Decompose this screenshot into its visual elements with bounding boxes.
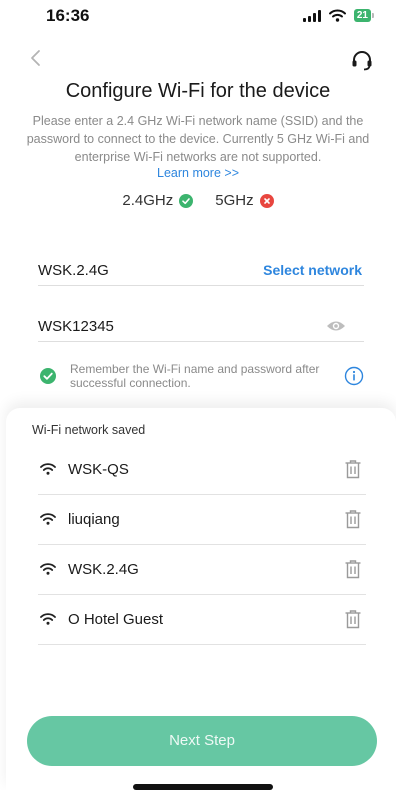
password-input[interactable]: WSK12345 <box>38 318 114 335</box>
back-chevron-icon[interactable] <box>26 48 46 68</box>
status-icons: 21 <box>302 9 374 22</box>
learn-more-link[interactable]: Learn more >> <box>0 166 396 180</box>
band-24-label: 2.4GHz <box>122 192 174 209</box>
ssid-input[interactable]: WSK.2.4G <box>38 262 109 279</box>
wifi-status-icon <box>328 9 346 22</box>
home-indicator <box>133 784 273 790</box>
saved-network-item[interactable]: WSK.2.4G <box>38 545 366 595</box>
headset-support-icon[interactable] <box>350 48 374 72</box>
band-support-row: 2.4GHz 5GHz <box>0 192 396 209</box>
ssid-field[interactable]: WSK.2.4G Select network <box>38 258 364 286</box>
saved-network-name: WSK-QS <box>68 461 129 478</box>
cellular-signal-icon <box>302 9 321 22</box>
remember-checkbox-icon[interactable] <box>40 368 56 384</box>
remember-row: Remember the Wi-Fi name and password aft… <box>40 362 370 392</box>
remember-text: Remember the Wi-Fi name and password aft… <box>70 362 320 390</box>
check-circle-icon <box>179 193 194 208</box>
next-step-button[interactable]: Next Step <box>27 716 377 766</box>
status-bar: 16:36 21 <box>0 0 396 34</box>
saved-networks-list: WSK-QS liuqiang WSK.2.4G O Hotel Guest <box>38 445 366 645</box>
page-title: Configure Wi-Fi for the device <box>65 80 331 102</box>
band-5-label: 5GHz <box>215 192 254 209</box>
instructions-text: Please enter a 2.4 GHz Wi-Fi network nam… <box>26 114 370 164</box>
trash-icon[interactable] <box>344 559 362 579</box>
battery-icon: 21 <box>353 9 374 22</box>
saved-network-name: liuqiang <box>68 511 120 528</box>
select-network-link[interactable]: Select network <box>263 262 362 278</box>
wifi-icon <box>40 513 56 525</box>
saved-network-item[interactable]: O Hotel Guest <box>38 595 366 645</box>
wifi-icon <box>40 613 56 625</box>
saved-network-item[interactable]: liuqiang <box>38 495 366 545</box>
trash-icon[interactable] <box>344 459 362 479</box>
error-circle-icon <box>259 193 274 208</box>
eye-icon[interactable] <box>326 319 346 333</box>
trash-icon[interactable] <box>344 609 362 629</box>
wifi-icon <box>40 563 56 575</box>
saved-network-name: WSK.2.4G <box>68 561 139 578</box>
status-time: 16:36 <box>46 6 90 25</box>
battery-level: 21 <box>353 9 371 22</box>
saved-network-item[interactable]: WSK-QS <box>38 445 366 495</box>
saved-networks-title: Wi-Fi network saved <box>32 423 146 437</box>
password-field[interactable]: WSK12345 <box>38 314 364 342</box>
wifi-icon <box>40 463 56 475</box>
saved-network-name: O Hotel Guest <box>68 611 164 628</box>
info-icon[interactable] <box>344 366 364 386</box>
trash-icon[interactable] <box>344 509 362 529</box>
